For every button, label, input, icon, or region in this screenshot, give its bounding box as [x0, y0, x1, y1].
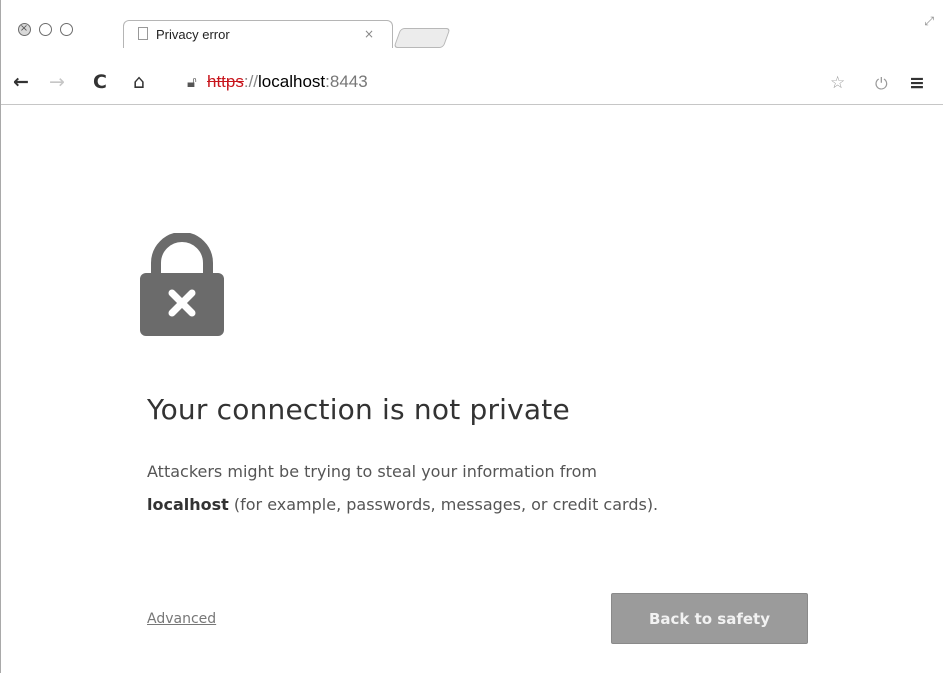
- url-text[interactable]: https://localhost:8443: [207, 72, 368, 92]
- message-line-2: (for example, passwords, messages, or cr…: [233, 495, 659, 514]
- url-separator: ://: [243, 72, 259, 91]
- back-icon[interactable]: ←: [13, 72, 29, 92]
- new-tab-button[interactable]: [393, 28, 451, 48]
- url-host: localhost: [258, 72, 326, 91]
- maximize-window-button[interactable]: [60, 23, 73, 36]
- advanced-link[interactable]: Advanced: [147, 611, 216, 627]
- message-host: localhost: [147, 495, 229, 514]
- star-icon[interactable]: ☆: [830, 73, 845, 93]
- home-icon[interactable]: ⌂: [133, 72, 145, 92]
- browser-window: × Privacy error × ⤢ ← → C ⌂ 🔓︎ https://l…: [0, 0, 943, 673]
- close-window-button[interactable]: ×: [18, 23, 31, 36]
- broken-lock-icon[interactable]: 🔓︎: [187, 73, 197, 91]
- message-line-1: Attackers might be trying to steal your …: [147, 462, 597, 481]
- title-bar: × Privacy error × ⤢: [1, 0, 943, 65]
- page-title: Your connection is not private: [147, 393, 570, 426]
- close-icon: ×: [19, 23, 29, 34]
- browser-toolbar: ← → C ⌂ 🔓︎ https://localhost:8443 ☆ ⏻ ≡: [1, 64, 943, 105]
- document-icon: [138, 27, 148, 40]
- fullscreen-icon[interactable]: ⤢: [924, 14, 934, 29]
- minimize-window-button[interactable]: [39, 23, 52, 36]
- url-port: :8443: [325, 72, 368, 91]
- tab-privacy-error[interactable]: Privacy error ×: [123, 20, 393, 48]
- lock-error-icon: [140, 233, 224, 336]
- tab-close-icon[interactable]: ×: [364, 27, 374, 41]
- forward-icon[interactable]: →: [49, 72, 65, 92]
- address-bar[interactable]: 🔓︎ https://localhost:8443: [169, 70, 809, 96]
- url-scheme: https: [207, 72, 244, 91]
- interstitial-content: Your connection is not private Attackers…: [1, 105, 943, 673]
- reload-icon[interactable]: C: [93, 72, 107, 92]
- menu-icon[interactable]: ≡: [909, 72, 925, 94]
- power-icon[interactable]: ⏻: [875, 74, 888, 94]
- error-message: Attackers might be trying to steal your …: [147, 455, 847, 521]
- back-to-safety-button[interactable]: Back to safety: [611, 593, 808, 644]
- tab-title: Privacy error: [156, 27, 230, 42]
